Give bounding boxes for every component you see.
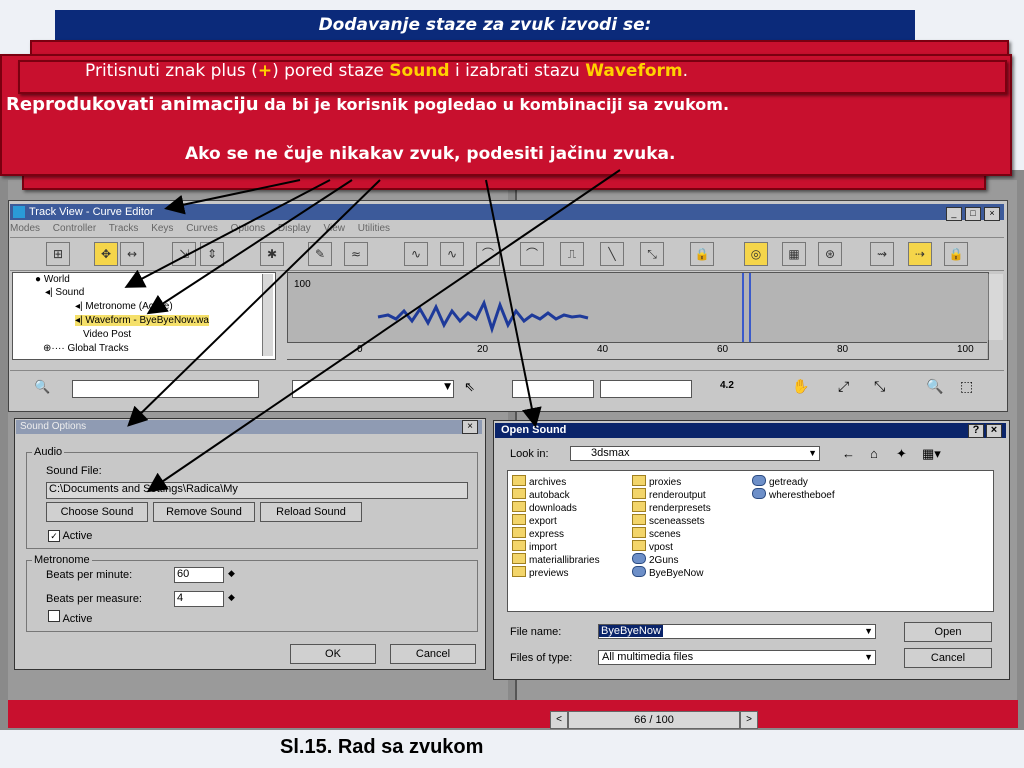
callout-arrows bbox=[124, 169, 621, 493]
figure-caption: Sl.15. Rad sa zvukom bbox=[280, 736, 484, 758]
